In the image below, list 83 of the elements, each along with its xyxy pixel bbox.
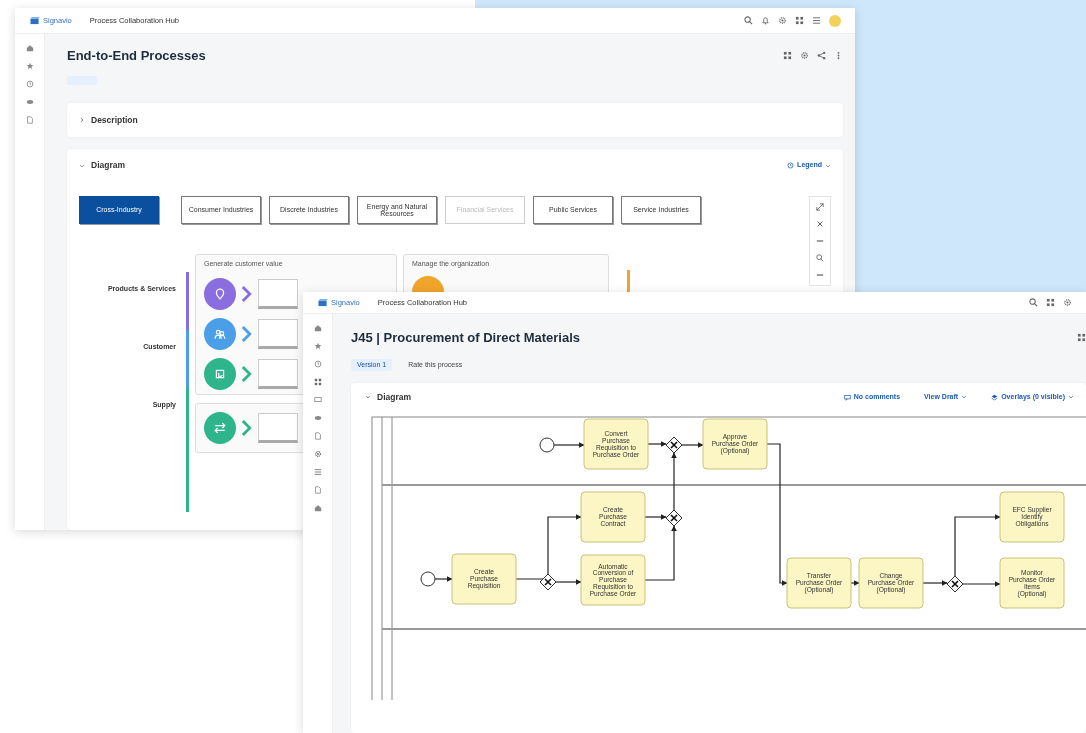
sequence-arrow — [671, 452, 677, 511]
section-title[interactable]: Description — [91, 113, 138, 127]
chevron-icon[interactable] — [79, 116, 85, 123]
sequence-arrow — [954, 513, 1001, 577]
arrows-icon — [214, 421, 226, 434]
sequence-arrow — [647, 440, 667, 447]
start-event — [420, 571, 436, 587]
people-icon — [214, 327, 226, 340]
layers-icon[interactable] — [991, 393, 999, 401]
task-node — [999, 557, 1065, 609]
grid-icon[interactable] — [1046, 298, 1055, 307]
info-icon[interactable] — [787, 162, 795, 170]
sequence-arrow — [644, 525, 677, 581]
house-icon[interactable] — [313, 504, 322, 512]
document-icon[interactable] — [313, 486, 322, 494]
task-node — [580, 491, 646, 543]
sequence-arrow — [922, 579, 948, 586]
close-icon[interactable] — [816, 220, 824, 229]
settings-icon[interactable] — [1063, 298, 1072, 307]
page-title: End-to-End Processes — [67, 48, 206, 64]
process-box[interactable] — [258, 278, 298, 309]
comment-icon[interactable] — [843, 393, 851, 401]
clock-icon[interactable] — [25, 80, 34, 88]
gateway — [539, 573, 557, 591]
share-icon[interactable] — [817, 51, 826, 61]
logo-icon — [317, 298, 329, 307]
clock-icon[interactable] — [313, 360, 322, 368]
task-node — [580, 554, 646, 606]
settings-icon[interactable] — [800, 51, 809, 61]
page-title: J45 | Procurement of Direct Materials — [351, 330, 581, 346]
chevron-icon[interactable] — [1068, 394, 1074, 401]
process-box[interactable] — [258, 358, 298, 389]
section-title[interactable]: Diagram — [377, 391, 411, 404]
box-icon — [214, 367, 226, 380]
process-box[interactable] — [258, 318, 298, 349]
sequence-arrow — [555, 578, 582, 585]
chevron-icon[interactable] — [365, 394, 371, 401]
process-box[interactable] — [258, 412, 298, 443]
house-icon[interactable] — [313, 324, 322, 332]
monitor-icon[interactable] — [313, 396, 322, 404]
chevron-icon[interactable] — [961, 394, 968, 401]
bell-icon[interactable] — [761, 16, 770, 25]
task-node — [786, 557, 852, 609]
star-icon[interactable] — [25, 62, 34, 70]
sequence-arrow — [553, 441, 585, 448]
pin-icon — [214, 287, 226, 300]
settings-icon[interactable] — [778, 16, 787, 25]
document-icon[interactable] — [25, 116, 34, 124]
task-node — [583, 418, 649, 470]
logo-icon — [29, 16, 41, 25]
accent-bar — [627, 270, 630, 295]
menu-icon[interactable] — [313, 468, 322, 476]
sequence-arrow — [962, 580, 1001, 587]
document-icon[interactable] — [313, 432, 322, 440]
section-title[interactable]: Diagram — [91, 159, 125, 173]
start-event — [539, 437, 555, 453]
eye-icon[interactable] — [25, 98, 34, 106]
sequence-arrow — [644, 513, 667, 520]
grid-icon[interactable] — [1077, 333, 1086, 343]
search-icon[interactable] — [1029, 298, 1038, 307]
eye-icon[interactable] — [313, 414, 322, 422]
task-node — [858, 557, 924, 609]
gateway — [665, 436, 683, 454]
chevron-icon[interactable] — [825, 162, 831, 169]
grid-icon[interactable] — [313, 378, 322, 386]
task-node — [451, 553, 517, 605]
menu-icon[interactable] — [812, 16, 821, 25]
sequence-arrow — [681, 441, 704, 448]
task-node — [702, 418, 768, 470]
task-node — [999, 491, 1065, 543]
chevron-icon[interactable] — [79, 162, 85, 169]
zoom-icon[interactable] — [816, 254, 824, 263]
grid-icon[interactable] — [783, 51, 792, 61]
house-icon[interactable] — [25, 44, 34, 52]
gateway — [946, 575, 964, 593]
search-icon[interactable] — [744, 16, 753, 25]
expand-icon[interactable] — [816, 203, 824, 212]
sequence-arrow — [434, 575, 453, 582]
settings-icon[interactable] — [313, 450, 322, 458]
sequence-arrow — [850, 579, 860, 586]
gateway — [665, 509, 683, 527]
star-icon[interactable] — [313, 342, 322, 350]
grid-icon[interactable] — [795, 16, 804, 25]
